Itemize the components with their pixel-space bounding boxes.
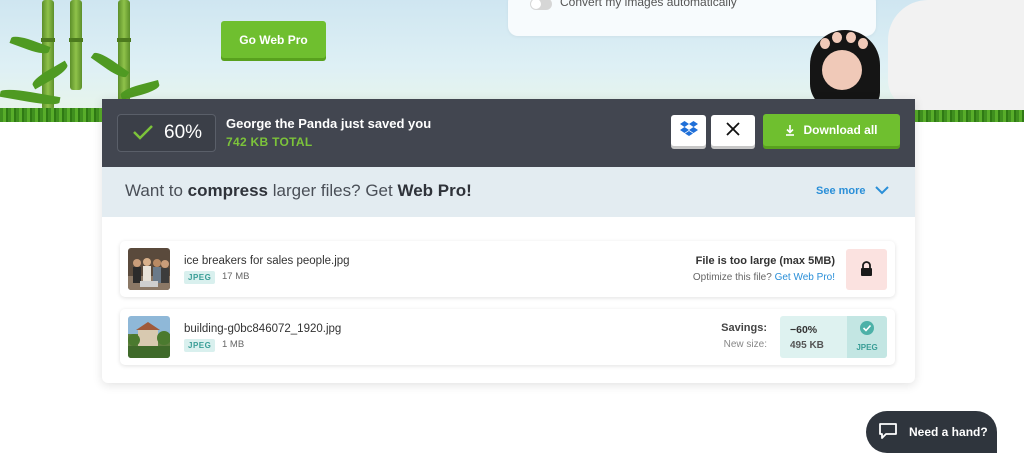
file-thumbnail bbox=[128, 248, 170, 290]
file-name: ice breakers for sales people.jpg bbox=[184, 255, 350, 267]
check-icon bbox=[133, 125, 153, 140]
bamboo-decoration bbox=[69, 0, 83, 90]
promo-text: Want to compress larger files? Get Web P… bbox=[125, 181, 472, 200]
auto-convert-toggle[interactable] bbox=[530, 0, 552, 10]
new-size-label: New size: bbox=[723, 339, 767, 350]
download-all-button[interactable]: Download all bbox=[763, 114, 900, 146]
help-label: Need a hand? bbox=[909, 425, 988, 439]
format-badge: JPEG bbox=[184, 271, 216, 284]
saved-total: 742 KB TOTAL bbox=[226, 135, 313, 149]
savings-value: −60% bbox=[790, 324, 818, 336]
lock-icon bbox=[861, 261, 872, 276]
saved-title: George the Panda just saved you bbox=[226, 116, 432, 131]
error-title: File is too large (max 5MB) bbox=[695, 255, 835, 267]
results-panel: 60% George the Panda just saved you 742 … bbox=[102, 99, 915, 383]
file-row: ice breakers for sales people.jpg JPEG 1… bbox=[120, 241, 895, 297]
chevron-down-icon[interactable] bbox=[875, 185, 889, 195]
promo-banner: Want to compress larger files? Get Web P… bbox=[102, 167, 915, 217]
file-thumbnail bbox=[128, 316, 170, 358]
help-chat-button[interactable]: Need a hand? bbox=[866, 411, 997, 453]
check-circle-icon bbox=[860, 321, 874, 335]
go-web-pro-button[interactable]: Go Web Pro bbox=[221, 21, 326, 58]
chat-icon bbox=[879, 423, 897, 439]
savings-label: Savings: bbox=[721, 322, 767, 334]
see-more-link[interactable]: See more bbox=[816, 185, 866, 197]
savings-percent-box: 60% bbox=[117, 114, 216, 152]
file-size: 17 MB bbox=[222, 271, 250, 282]
new-size-value: 495 KB bbox=[790, 340, 824, 351]
locked-status[interactable] bbox=[846, 249, 887, 290]
savings-box[interactable]: −60% 495 KB JPEG bbox=[780, 316, 887, 358]
format-badge: JPEG bbox=[184, 339, 216, 352]
download-icon bbox=[786, 125, 795, 136]
x-icon bbox=[726, 122, 740, 136]
panda-mascot bbox=[800, 0, 1024, 110]
get-web-pro-link[interactable]: Get Web Pro! bbox=[775, 272, 835, 283]
dropbox-button[interactable] bbox=[671, 115, 706, 146]
output-format-label: JPEG bbox=[856, 343, 878, 352]
auto-convert-label: Convert my images automatically bbox=[560, 0, 737, 9]
download-file-button[interactable]: JPEG bbox=[847, 316, 887, 358]
summary-bar: 60% George the Panda just saved you 742 … bbox=[102, 99, 915, 167]
dropbox-icon bbox=[679, 121, 698, 136]
download-all-label: Download all bbox=[803, 123, 878, 137]
x-share-button[interactable] bbox=[711, 115, 755, 146]
savings-percent: 60% bbox=[164, 122, 203, 143]
error-subtitle: Optimize this file? Get Web Pro! bbox=[692, 272, 835, 283]
file-name: building-g0bc846072_1920.jpg bbox=[184, 323, 342, 335]
file-size: 1 MB bbox=[222, 339, 245, 350]
file-row: building-g0bc846072_1920.jpg JPEG 1 MB S… bbox=[120, 309, 895, 365]
